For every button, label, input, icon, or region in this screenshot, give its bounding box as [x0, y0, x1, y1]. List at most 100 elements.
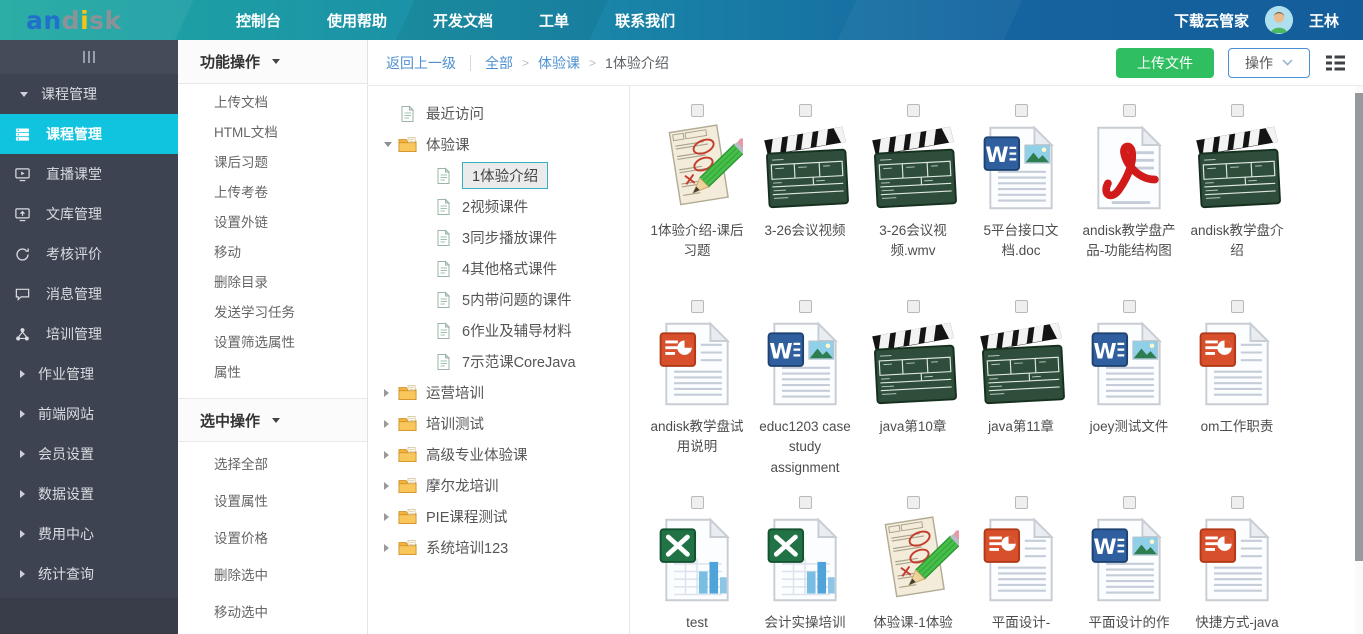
- actions-menu-item[interactable]: 属性: [178, 358, 367, 388]
- file-item[interactable]: 快捷方式-java: [1183, 490, 1291, 634]
- file-item[interactable]: andisk教学盘产品-功能结构图: [1075, 98, 1183, 294]
- breadcrumb-item[interactable]: 全部: [485, 53, 513, 73]
- tree-item[interactable]: 运营培训: [368, 377, 629, 408]
- tree-item[interactable]: 体验课: [368, 129, 629, 160]
- file-checkbox[interactable]: [907, 496, 920, 509]
- actions-menu-item[interactable]: 设置外链: [178, 208, 367, 238]
- actions-menu-item[interactable]: 删除目录: [178, 268, 367, 298]
- scrollbar[interactable]: [1355, 86, 1363, 634]
- file-checkbox[interactable]: [799, 496, 812, 509]
- actions-menu-item[interactable]: 设置筛选属性: [178, 328, 367, 358]
- actions-menu-item[interactable]: 上传考卷: [178, 178, 367, 208]
- sidebar-item[interactable]: 课程管理: [0, 74, 178, 114]
- file-checkbox[interactable]: [1231, 496, 1244, 509]
- tree-item[interactable]: 2视频课件: [368, 191, 629, 222]
- file-checkbox[interactable]: [691, 496, 704, 509]
- tree-item[interactable]: 7示范课CoreJava: [368, 346, 629, 377]
- sidebar-item[interactable]: 数据设置: [0, 474, 178, 514]
- file-checkbox[interactable]: [799, 300, 812, 313]
- file-item[interactable]: test: [643, 490, 751, 634]
- actions-section-header[interactable]: 功能操作: [178, 40, 367, 84]
- tree-item[interactable]: 3同步播放课件: [368, 222, 629, 253]
- sidebar-item[interactable]: 培训管理: [0, 314, 178, 354]
- actions-menu-item[interactable]: 设置价格: [178, 520, 367, 557]
- file-item[interactable]: 3-26会议视频: [751, 98, 859, 294]
- tree-item[interactable]: PIE课程测试: [368, 501, 629, 532]
- scrollbar-thumb[interactable]: [1355, 93, 1363, 561]
- actions-menu-item[interactable]: 上传文档: [178, 88, 367, 118]
- back-link[interactable]: 返回上一级: [386, 53, 456, 73]
- actions-menu-item[interactable]: 选择全部: [178, 446, 367, 483]
- chevron-down-icon[interactable]: [384, 142, 398, 147]
- tree-item[interactable]: 摩尔龙培训: [368, 470, 629, 501]
- top-nav-item[interactable]: 开发文档: [433, 10, 493, 31]
- tree-item[interactable]: 4其他格式课件: [368, 253, 629, 284]
- file-item[interactable]: andisk教学盘介绍: [1183, 98, 1291, 294]
- actions-menu-item[interactable]: 移动: [178, 238, 367, 268]
- actions-menu-item[interactable]: 删除选中: [178, 557, 367, 594]
- top-nav-item[interactable]: 控制台: [236, 10, 281, 31]
- file-item[interactable]: java第11章: [967, 294, 1075, 490]
- tree-item[interactable]: 5内带问题的课件: [368, 284, 629, 315]
- tree-item[interactable]: 高级专业体验课: [368, 439, 629, 470]
- sidebar-item[interactable]: 统计查询: [0, 554, 178, 594]
- sidebar-item[interactable]: 课程管理: [0, 114, 178, 154]
- file-item[interactable]: java第10章: [859, 294, 967, 490]
- chevron-right-icon[interactable]: [384, 389, 398, 397]
- tree-item[interactable]: 培训测试: [368, 408, 629, 439]
- tree-item[interactable]: 1体验介绍: [368, 160, 629, 191]
- list-view-icon[interactable]: [1326, 55, 1345, 71]
- file-checkbox[interactable]: [1123, 104, 1136, 117]
- tree-item[interactable]: 系统培训123: [368, 532, 629, 563]
- file-checkbox[interactable]: [1015, 300, 1028, 313]
- chevron-right-icon[interactable]: [384, 544, 398, 552]
- actions-menu-item[interactable]: 发送学习任务: [178, 298, 367, 328]
- username[interactable]: 王林: [1309, 10, 1339, 31]
- file-item[interactable]: W5平台接口文档.doc: [967, 98, 1075, 294]
- andisk-logo[interactable]: andisk: [0, 6, 178, 35]
- download-cloud-manager-link[interactable]: 下载云管家: [1174, 10, 1249, 31]
- file-checkbox[interactable]: [691, 104, 704, 117]
- file-item[interactable]: W平面设计的作: [1075, 490, 1183, 634]
- sidebar-item[interactable]: 消息管理: [0, 274, 178, 314]
- top-nav-item[interactable]: 联系我们: [615, 10, 675, 31]
- file-item[interactable]: 1体验介绍-课后习题: [643, 98, 751, 294]
- chevron-right-icon[interactable]: [384, 420, 398, 428]
- sidebar-item[interactable]: 会员设置: [0, 434, 178, 474]
- file-checkbox[interactable]: [1015, 496, 1028, 509]
- file-item[interactable]: 3-26会议视频.wmv: [859, 98, 967, 294]
- sidebar-item[interactable]: 文库管理: [0, 194, 178, 234]
- file-checkbox[interactable]: [1123, 300, 1136, 313]
- sidebar-item[interactable]: 直播课堂: [0, 154, 178, 194]
- file-checkbox[interactable]: [1123, 496, 1136, 509]
- breadcrumb-item[interactable]: 体验课: [538, 53, 580, 73]
- file-item[interactable]: om工作职责: [1183, 294, 1291, 490]
- sidebar-item[interactable]: 前端网站: [0, 394, 178, 434]
- file-item[interactable]: andisk教学盘试用说明: [643, 294, 751, 490]
- file-item[interactable]: 平面设计-: [967, 490, 1075, 634]
- file-checkbox[interactable]: [1231, 300, 1244, 313]
- file-checkbox[interactable]: [907, 104, 920, 117]
- actions-section-header[interactable]: 选中操作: [178, 398, 367, 442]
- file-checkbox[interactable]: [691, 300, 704, 313]
- actions-menu-item[interactable]: 移动选中: [178, 594, 367, 631]
- avatar[interactable]: [1265, 6, 1293, 34]
- file-checkbox[interactable]: [1015, 104, 1028, 117]
- upload-file-button[interactable]: 上传文件: [1116, 48, 1214, 78]
- file-item[interactable]: Wjoey测试文件: [1075, 294, 1183, 490]
- sidebar-item[interactable]: 费用中心: [0, 514, 178, 554]
- actions-menu-item[interactable]: 设置属性: [178, 483, 367, 520]
- chevron-right-icon[interactable]: [384, 513, 398, 521]
- tree-item[interactable]: 6作业及辅导材料: [368, 315, 629, 346]
- file-item[interactable]: 体验课-1体验: [859, 490, 967, 634]
- file-item[interactable]: Weduc1203 case study assignment: [751, 294, 859, 490]
- top-nav-item[interactable]: 使用帮助: [327, 10, 387, 31]
- sidebar-item[interactable]: 考核评价: [0, 234, 178, 274]
- sidebar-collapse-button[interactable]: [0, 40, 178, 74]
- sidebar-item[interactable]: 作业管理: [0, 354, 178, 394]
- file-checkbox[interactable]: [799, 104, 812, 117]
- file-checkbox[interactable]: [1231, 104, 1244, 117]
- tree-item[interactable]: 最近访问: [368, 98, 629, 129]
- top-nav-item[interactable]: 工单: [539, 10, 569, 31]
- file-checkbox[interactable]: [907, 300, 920, 313]
